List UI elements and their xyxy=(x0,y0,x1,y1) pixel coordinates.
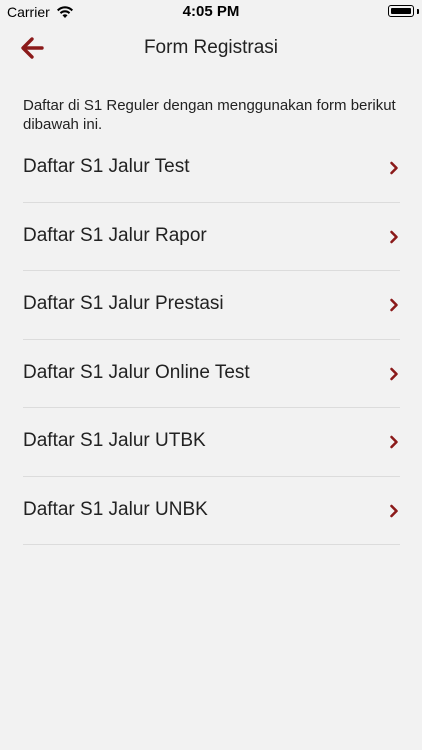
chevron-right-icon xyxy=(390,504,398,517)
menu-item-label: Daftar S1 Jalur UNBK xyxy=(23,498,208,520)
battery-icon xyxy=(388,5,414,17)
menu-item-jalur-prestasi[interactable]: Daftar S1 Jalur Prestasi xyxy=(23,271,400,340)
menu-item-jalur-rapor[interactable]: Daftar S1 Jalur Rapor xyxy=(23,203,400,271)
menu-item-label: Daftar S1 Jalur Rapor xyxy=(23,224,207,246)
chevron-right-icon xyxy=(390,298,398,312)
battery-tip xyxy=(417,9,419,14)
nav-bar: Form Registrasi xyxy=(0,24,422,72)
chevron-right-icon xyxy=(390,435,398,449)
menu-item-jalur-unbk[interactable]: Daftar S1 Jalur UNBK xyxy=(23,477,400,545)
menu-item-label: Daftar S1 Jalur Online Test xyxy=(23,361,250,383)
menu-item-label: Daftar S1 Jalur Test xyxy=(23,156,190,177)
intro-text: Daftar di S1 Reguler dengan menggunakan … xyxy=(23,97,396,133)
menu-item-label: Daftar S1 Jalur Prestasi xyxy=(23,293,224,314)
menu-item-label: Daftar S1 Jalur UTBK xyxy=(23,430,206,451)
menu-item-jalur-utbk[interactable]: Daftar S1 Jalur UTBK xyxy=(23,408,400,477)
page-title: Form Registrasi xyxy=(143,37,279,58)
menu-item-jalur-online-test[interactable]: Daftar S1 Jalur Online Test xyxy=(23,340,400,408)
chevron-right-icon xyxy=(390,161,398,175)
chevron-right-icon xyxy=(390,230,398,243)
chevron-right-icon xyxy=(390,367,398,380)
menu-item-jalur-test[interactable]: Daftar S1 Jalur Test xyxy=(23,134,400,203)
status-time: 4:05 PM xyxy=(182,3,240,20)
registration-menu-list: Daftar S1 Jalur Test Daftar S1 Jalur Rap… xyxy=(23,134,400,545)
status-bar: Carrier 4:05 PM xyxy=(0,0,422,24)
